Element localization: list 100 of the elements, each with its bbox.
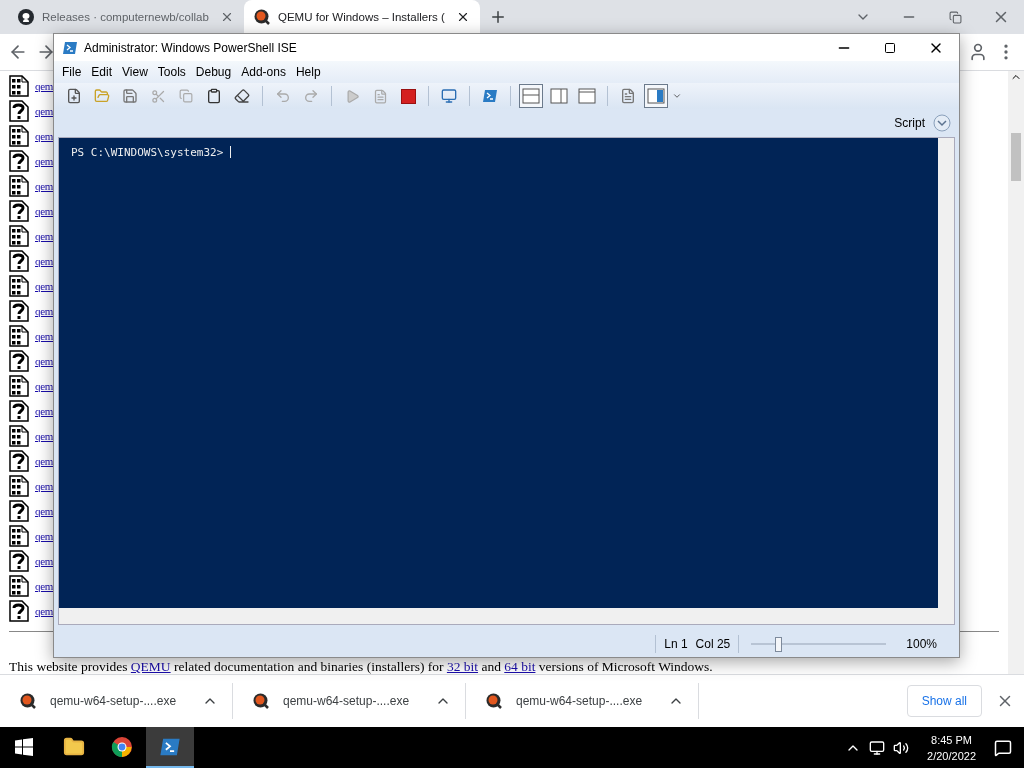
browser-tab[interactable]: QEMU for Windows – Installers ( xyxy=(244,0,480,34)
clock[interactable]: 8:45 PM 2/20/2022 xyxy=(927,731,976,764)
single-pane-icon xyxy=(578,88,596,104)
file-link[interactable]: qem xyxy=(35,379,54,392)
stop-icon[interactable] xyxy=(400,88,416,104)
maximize-icon[interactable] xyxy=(884,41,896,54)
menu-item[interactable]: Add-ons xyxy=(236,65,291,79)
unknown-file-icon xyxy=(9,549,29,572)
intro-text: This website provides QEMU related documentation and binaries (installers) for 32 bit and 64 bit versions of Microsoft Windows. xyxy=(9,659,714,674)
file-link[interactable]: qem xyxy=(35,129,54,142)
file-link[interactable]: qem xyxy=(35,229,54,242)
window-title: Administrator: Windows PowerShell ISE xyxy=(84,40,297,55)
scrollbar-thumb[interactable] xyxy=(1011,133,1021,181)
text-link[interactable]: QEMU xyxy=(130,659,171,674)
new-file-icon[interactable] xyxy=(66,88,82,104)
unknown-file-icon xyxy=(9,149,29,172)
volume-icon[interactable] xyxy=(893,739,910,756)
vertical-split-icon xyxy=(550,88,568,104)
console-pane-icon xyxy=(647,88,665,104)
save-icon[interactable] xyxy=(122,88,138,104)
line-number: Ln 1 xyxy=(663,637,689,651)
binary-file-icon xyxy=(9,124,29,147)
binary-file-icon xyxy=(9,74,29,97)
menu-item[interactable]: Edit xyxy=(86,65,118,79)
paste-icon[interactable] xyxy=(206,88,222,104)
start-icon[interactable] xyxy=(15,737,33,756)
horizontal-scrollbar[interactable] xyxy=(59,608,938,624)
show-all-button[interactable]: Show all xyxy=(906,685,982,717)
file-link[interactable]: qem xyxy=(35,79,54,92)
binary-file-icon xyxy=(9,524,29,547)
overflow-icon[interactable] xyxy=(672,91,682,101)
unknown-file-icon xyxy=(9,599,29,622)
binary-file-icon xyxy=(9,474,29,497)
show-command-icon[interactable] xyxy=(620,88,636,104)
file-link[interactable]: qem xyxy=(35,529,54,542)
qemu-logo-icon xyxy=(20,693,36,709)
notifications-icon[interactable] xyxy=(994,738,1012,757)
file-link[interactable]: qem xyxy=(35,454,54,467)
qemu-logo-icon xyxy=(486,693,502,709)
vertical-scrollbar[interactable] xyxy=(938,138,954,608)
file-link[interactable]: qem xyxy=(35,204,54,217)
file-link[interactable]: qem xyxy=(35,404,54,417)
layout-button[interactable] xyxy=(519,84,543,108)
menu-item[interactable]: Help xyxy=(290,65,326,79)
new-tab-icon[interactable] xyxy=(489,8,507,26)
file-link[interactable]: qem xyxy=(35,604,54,617)
browser-tab[interactable]: Releases · computernewb/collab xyxy=(8,0,244,34)
script-pane-label[interactable]: Script xyxy=(894,116,925,130)
file-link[interactable]: qem xyxy=(35,179,54,192)
binary-file-icon xyxy=(9,174,29,197)
scrollbar[interactable] xyxy=(1008,71,1024,674)
file-link[interactable]: qem xyxy=(35,304,54,317)
file-link[interactable]: qem xyxy=(35,329,54,342)
file-link[interactable]: qem xyxy=(35,104,54,117)
unknown-file-icon xyxy=(9,499,29,522)
unknown-file-icon xyxy=(9,99,29,122)
zoom-percent: 100% xyxy=(905,637,938,651)
unknown-file-icon xyxy=(9,449,29,472)
folder-icon xyxy=(63,735,85,758)
binary-file-icon xyxy=(9,374,29,397)
menu-item[interactable]: View xyxy=(117,65,153,79)
file-link[interactable]: qem xyxy=(35,279,54,292)
powershell-icon xyxy=(482,88,498,104)
menu-item[interactable]: File xyxy=(57,65,87,79)
file-link[interactable]: qem xyxy=(35,429,54,442)
file-link[interactable]: qem xyxy=(35,579,54,592)
text-link[interactable]: 64 bit xyxy=(504,659,536,674)
unknown-file-icon xyxy=(9,199,29,222)
file-link[interactable]: qem xyxy=(35,504,54,517)
clear-icon[interactable] xyxy=(234,88,250,104)
network-icon[interactable] xyxy=(869,739,886,756)
file-link[interactable]: qem xyxy=(35,479,54,492)
remote-session-icon[interactable] xyxy=(441,88,457,104)
download-item[interactable]: qemu-w64-setup-....exe xyxy=(466,683,699,719)
file-link[interactable]: qem xyxy=(35,154,54,167)
restore-icon[interactable] xyxy=(948,10,962,24)
binary-file-icon xyxy=(9,224,29,247)
unknown-file-icon xyxy=(9,349,29,372)
file-link[interactable]: qem xyxy=(35,254,54,267)
text-link[interactable]: 32 bit xyxy=(446,659,479,674)
menu-item[interactable]: Tools xyxy=(152,65,191,79)
unknown-file-icon xyxy=(9,299,29,322)
download-item[interactable]: qemu-w64-setup-....exe xyxy=(0,683,233,719)
close-icon[interactable] xyxy=(456,10,470,24)
column-number: Col 25 xyxy=(695,637,732,651)
script-pane-button[interactable] xyxy=(644,84,668,108)
unknown-file-icon xyxy=(9,399,29,422)
binary-file-icon xyxy=(9,424,29,447)
chrome-icon xyxy=(111,735,133,758)
horizontal-split-icon xyxy=(522,88,540,104)
powershell-icon xyxy=(62,39,78,56)
unknown-file-icon xyxy=(9,249,29,272)
taskbar-app[interactable] xyxy=(146,727,194,768)
download-item[interactable]: qemu-w64-setup-....exe xyxy=(233,683,466,719)
file-link[interactable]: qem xyxy=(35,354,54,367)
profile-icon[interactable] xyxy=(968,42,988,62)
console-pane[interactable]: PS C:\WINDOWS\system32> xyxy=(59,138,938,608)
expand-icon[interactable] xyxy=(933,114,951,132)
file-link[interactable]: qem xyxy=(35,554,54,567)
menu-item[interactable]: Debug xyxy=(190,65,237,79)
